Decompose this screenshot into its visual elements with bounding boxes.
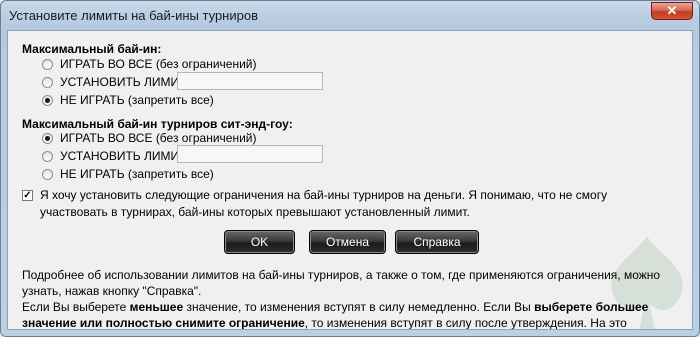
max-buyin-title: Максимальный бай-ин: [22, 42, 162, 56]
radio-button[interactable] [42, 150, 53, 162]
radio-button[interactable] [42, 168, 53, 180]
option-label: ИГРАТЬ ВО ВСЕ (без ограничений) [60, 131, 257, 145]
close-button[interactable]: ✕ [651, 2, 693, 20]
option-label: УСТАНОВИТЬ ЛИМИТ [60, 75, 187, 89]
max-buyin-option-set-limit[interactable]: УСТАНОВИТЬ ЛИМИТ [42, 75, 186, 89]
sng-option-set-limit[interactable]: УСТАНОВИТЬ ЛИМИТ [42, 149, 186, 163]
window-title: Установите лимиты на бай-ины турниров [9, 8, 258, 23]
option-label: ИГРАТЬ ВО ВСЕ (без ограничений) [60, 57, 257, 71]
radio-button[interactable] [42, 76, 53, 88]
ok-button[interactable]: OK [224, 230, 295, 254]
info-paragraph-effect: Если Вы выберете меньшее значение, то из… [22, 300, 649, 330]
option-label: НЕ ИГРАТЬ (запретить все) [60, 167, 214, 181]
title-bar[interactable]: Установите лимиты на бай-ины турниров ✕ [1, 1, 699, 30]
radio-button[interactable] [42, 58, 53, 70]
info-paragraph-help: Подробнее об использовании лимитов на ба… [22, 268, 661, 298]
max-buyin-limit-input[interactable] [177, 72, 323, 90]
dialog-body: Максимальный бай-ин: ИГРАТЬ ВО ВСЕ (без … [7, 30, 693, 330]
dialog-window: Установите лимиты на бай-ины турниров ✕ … [0, 0, 700, 337]
radio-button-selected[interactable] [42, 94, 53, 106]
sng-limit-input[interactable] [177, 145, 323, 163]
close-icon: ✕ [666, 3, 678, 18]
agreement-text: Я хочу установить следующие ограничения … [40, 188, 608, 219]
max-buyin-sng-title: Максимальный бай-ин турниров сит-энд-гоу… [22, 117, 293, 131]
max-buyin-option-play-all[interactable]: ИГРАТЬ ВО ВСЕ (без ограничений) [42, 57, 256, 71]
radio-button-selected[interactable] [42, 132, 53, 144]
option-label: УСТАНОВИТЬ ЛИМИТ [60, 149, 187, 163]
sng-option-no-play[interactable]: НЕ ИГРАТЬ (запретить все) [42, 167, 214, 181]
sng-option-play-all[interactable]: ИГРАТЬ ВО ВСЕ (без ограничений) [42, 131, 256, 145]
info-text: Подробнее об использовании лимитов на ба… [22, 267, 686, 330]
help-button[interactable]: Справка [395, 230, 479, 254]
cancel-button[interactable]: Отмена [309, 230, 386, 254]
agreement-checkbox[interactable]: ✓ [22, 190, 33, 201]
option-label: НЕ ИГРАТЬ (запретить все) [60, 93, 214, 107]
max-buyin-option-no-play[interactable]: НЕ ИГРАТЬ (запретить все) [42, 93, 214, 107]
